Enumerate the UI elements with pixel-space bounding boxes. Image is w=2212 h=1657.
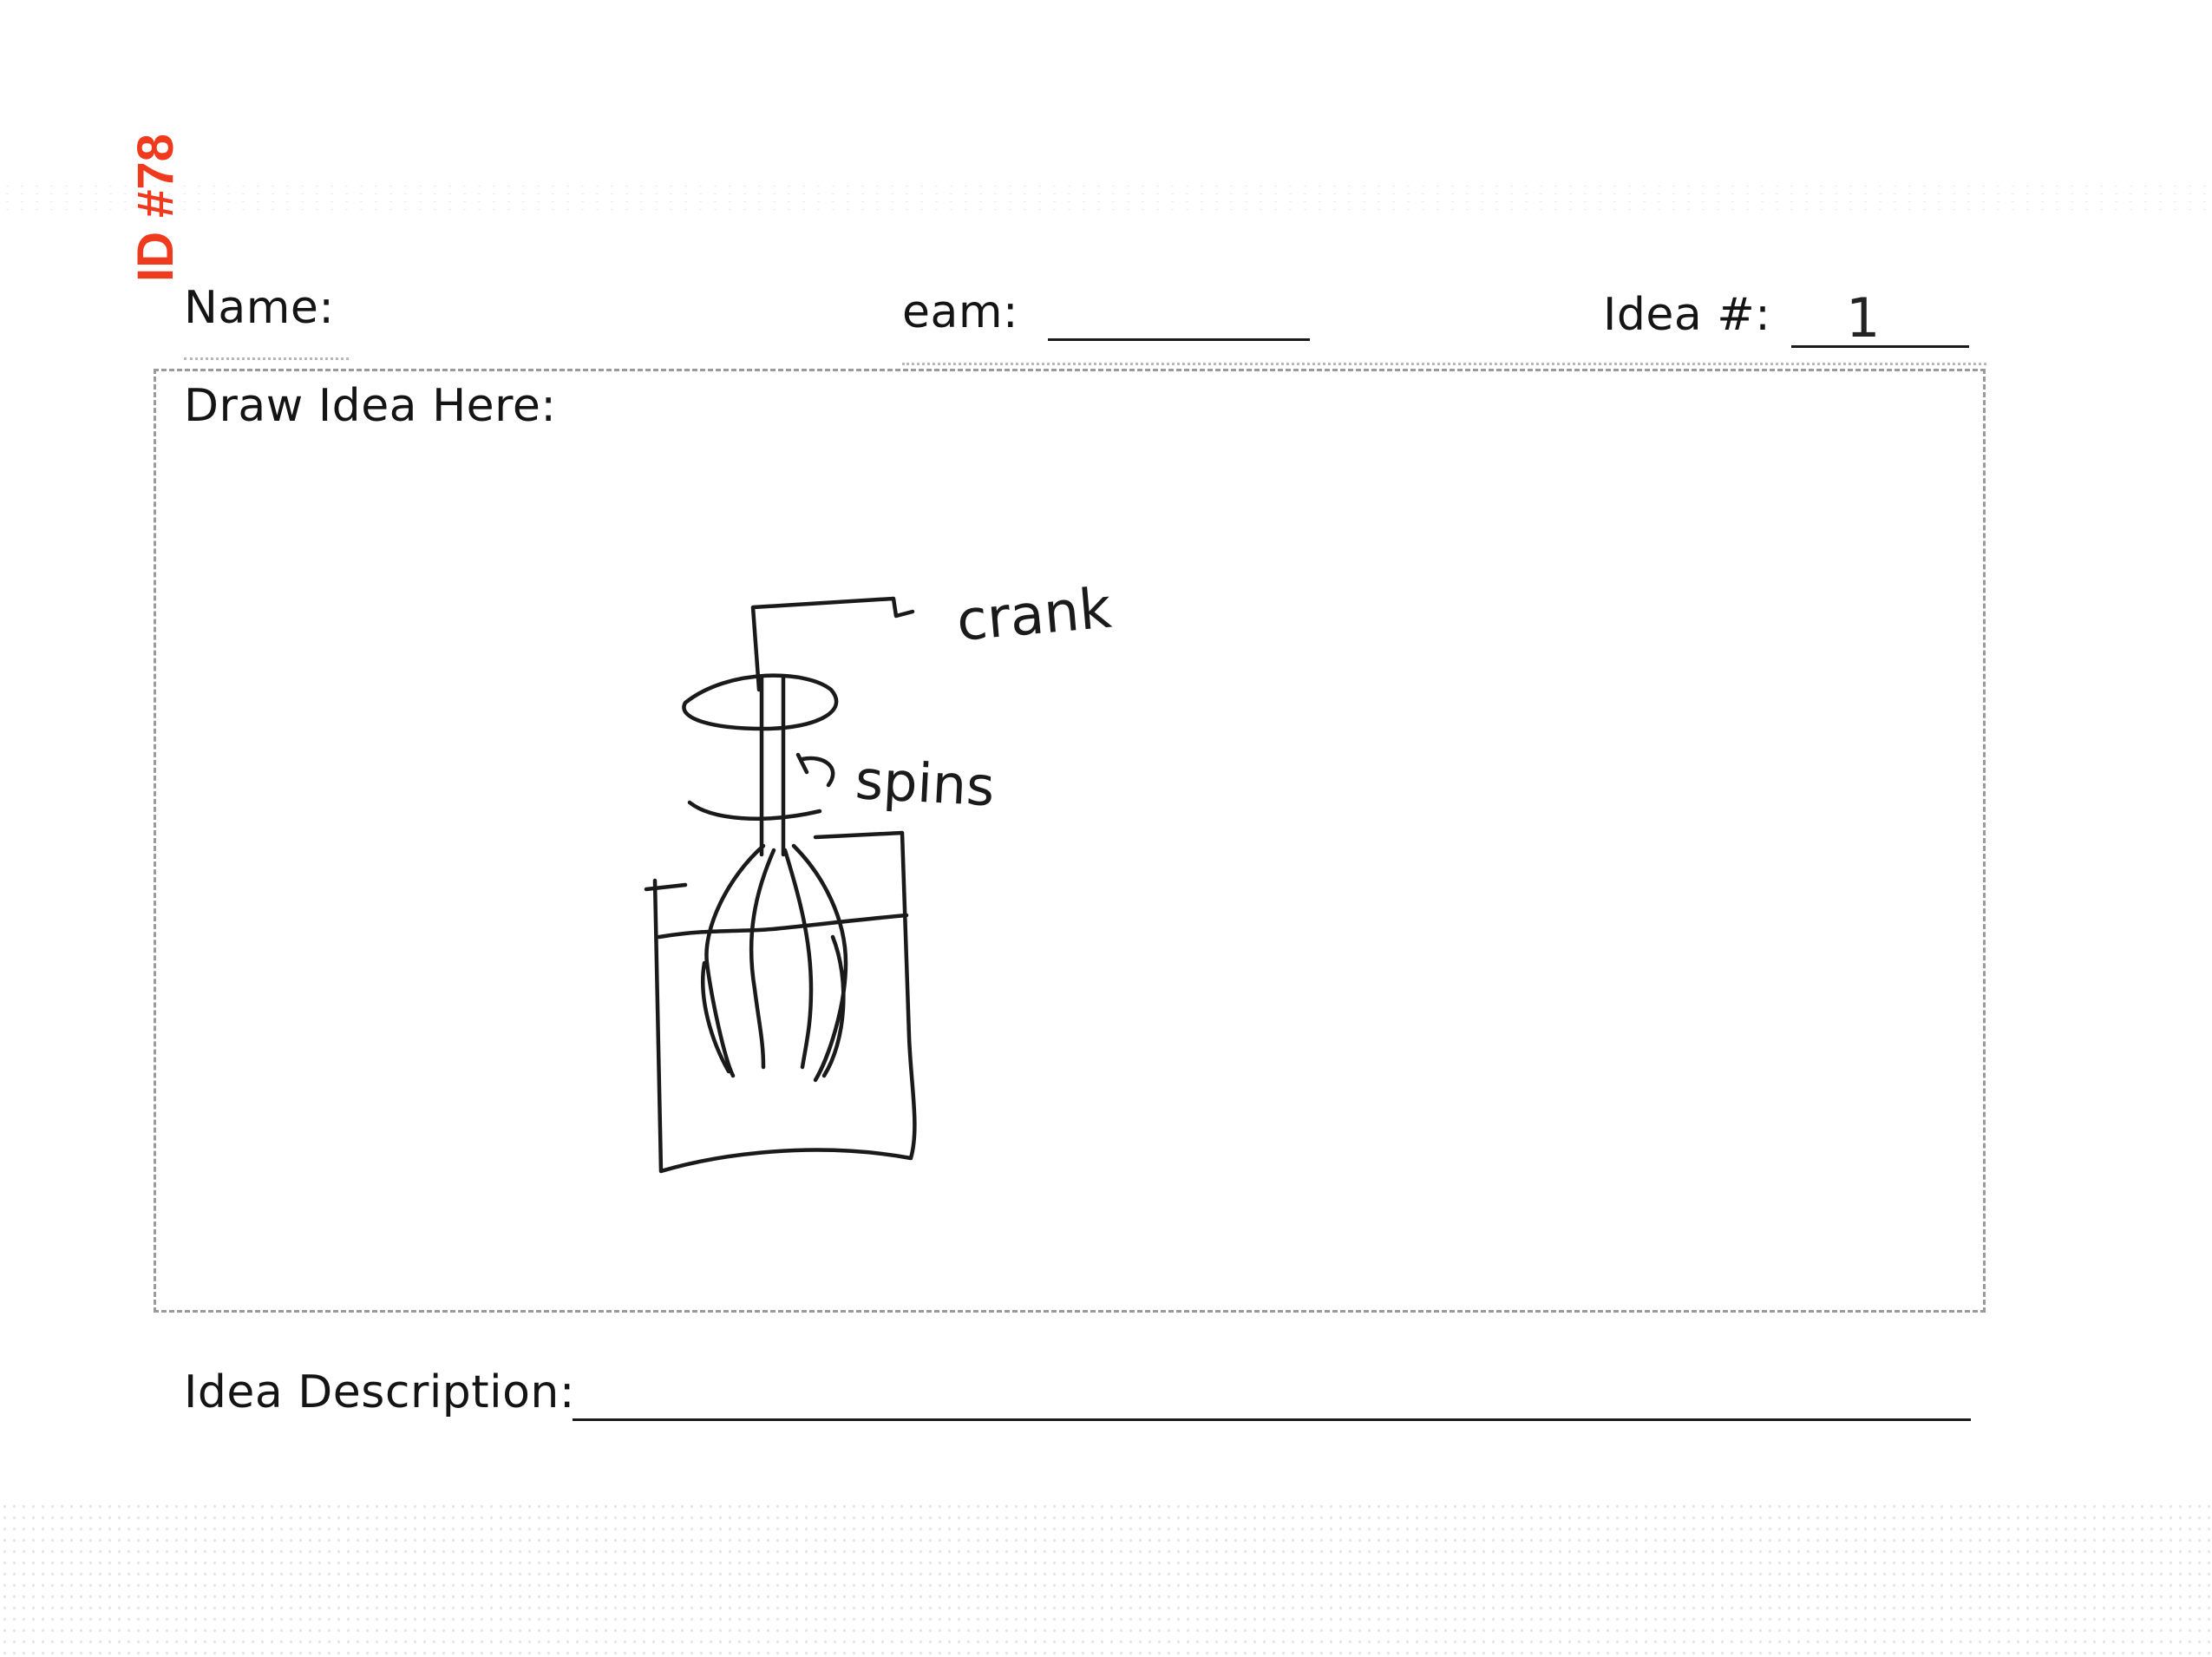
idea-number-label: Idea #: — [1603, 289, 1771, 341]
team-field-line[interactable] — [1048, 338, 1310, 341]
name-label: Name: — [184, 282, 335, 334]
team-label: eam: — [902, 286, 1019, 338]
drawing-area[interactable] — [154, 369, 1986, 1313]
idea-description-field-line[interactable] — [573, 1418, 1971, 1421]
scan-noise-top — [0, 182, 2212, 217]
idea-number-field-line[interactable] — [1791, 345, 1969, 348]
name-underline — [184, 357, 349, 360]
idea-sheet-page: { "form": { "name_label": "Name:", "team… — [0, 0, 2212, 1657]
idea-number-value: 1 — [1846, 286, 1881, 350]
header-dotted-rule — [902, 363, 1986, 365]
scan-noise-bottom — [0, 1501, 2212, 1657]
idea-description-label: Idea Description: — [184, 1366, 575, 1418]
id-stamp: ID #78 — [128, 134, 184, 282]
